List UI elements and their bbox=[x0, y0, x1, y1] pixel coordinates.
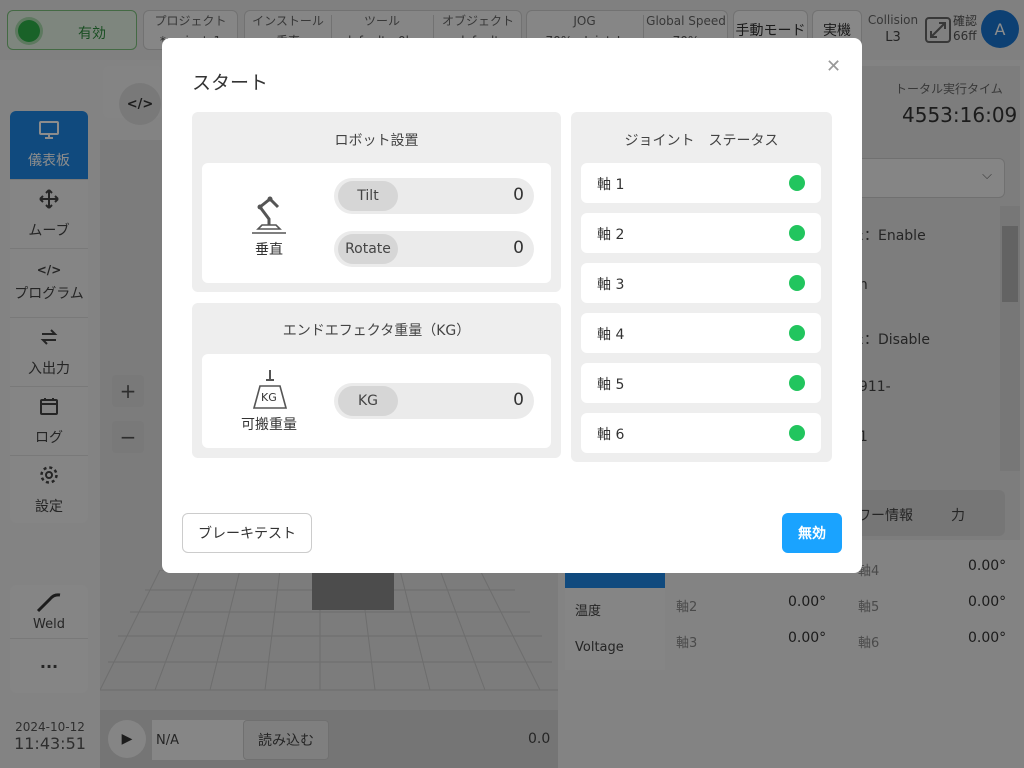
joint-label: 軸 2 bbox=[597, 227, 625, 243]
robot-arm-icon bbox=[248, 193, 290, 239]
robot-setting-panel: ロボット設置 垂直 Tilt 0 Rotate 0 bbox=[192, 112, 561, 292]
payload-caption: 可搬重量 bbox=[241, 417, 297, 433]
joint-label: 軸 4 bbox=[597, 327, 625, 343]
joint-row: 軸 2 bbox=[581, 213, 821, 253]
joint-row: 軸 5 bbox=[581, 363, 821, 403]
rotate-value: 0 bbox=[513, 238, 524, 258]
end-effector-title: エンドエフェクタ重量（KG） bbox=[282, 323, 471, 339]
robot-setting-title: ロボット設置 bbox=[334, 133, 419, 149]
joint-label: 軸 5 bbox=[597, 377, 625, 393]
joint-status-title: ジョイント ステータス bbox=[624, 133, 779, 149]
joint-status-panel: ジョイント ステータス 軸 1 軸 2 軸 3 軸 4 軸 5 軸 6 bbox=[571, 112, 832, 462]
dialog-title: スタート bbox=[192, 72, 269, 94]
joint-status-indicator bbox=[789, 425, 805, 441]
joint-status-indicator bbox=[789, 325, 805, 341]
joint-status-indicator bbox=[789, 375, 805, 391]
joint-label: 軸 1 bbox=[597, 177, 625, 193]
weight-icon-label: KG bbox=[261, 391, 277, 404]
start-dialog: スタート ✕ ロボット設置 垂直 Tilt 0 Rotate 0 エンドエフェク… bbox=[162, 38, 862, 573]
joint-label: 軸 6 bbox=[597, 427, 625, 443]
kg-label: KG bbox=[338, 386, 398, 416]
tilt-label: Tilt bbox=[338, 181, 398, 211]
joint-row: 軸 1 bbox=[581, 163, 821, 203]
rotate-label: Rotate bbox=[338, 234, 398, 264]
joint-row: 軸 6 bbox=[581, 413, 821, 453]
end-effector-panel: エンドエフェクタ重量（KG） KG 可搬重量 KG 0 bbox=[192, 303, 561, 458]
installation-caption: 垂直 bbox=[255, 242, 283, 258]
joint-status-indicator bbox=[789, 275, 805, 291]
joint-status-indicator bbox=[789, 175, 805, 191]
tilt-value: 0 bbox=[513, 185, 524, 205]
robot-setting-card: 垂直 Tilt 0 Rotate 0 bbox=[202, 163, 551, 283]
joint-label: 軸 3 bbox=[597, 277, 625, 293]
end-effector-card: KG 可搬重量 KG 0 bbox=[202, 354, 551, 448]
tilt-field[interactable]: Tilt 0 bbox=[334, 178, 534, 214]
joint-row: 軸 3 bbox=[581, 263, 821, 303]
joint-status-indicator bbox=[789, 225, 805, 241]
kg-value: 0 bbox=[513, 390, 524, 410]
rotate-field[interactable]: Rotate 0 bbox=[334, 231, 534, 267]
brake-test-button[interactable]: ブレーキテスト bbox=[182, 513, 312, 553]
kg-field[interactable]: KG 0 bbox=[334, 383, 534, 419]
disable-button[interactable]: 無効 bbox=[782, 513, 842, 553]
joint-row: 軸 4 bbox=[581, 313, 821, 353]
close-icon[interactable]: ✕ bbox=[826, 56, 841, 77]
